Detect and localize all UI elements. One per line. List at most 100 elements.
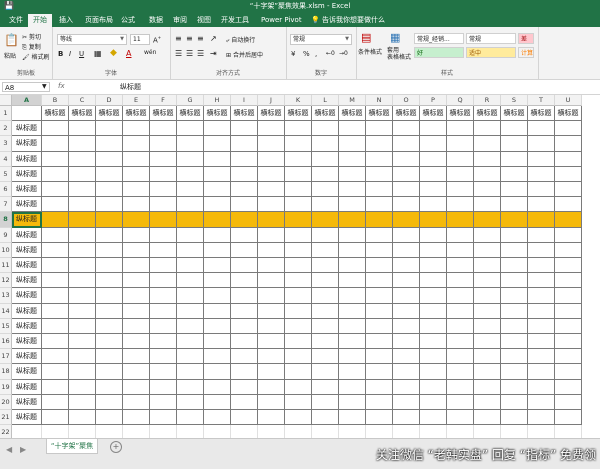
cell-O9[interactable] (393, 227, 420, 243)
align-right-icon[interactable]: ☰ (197, 49, 204, 58)
cell-M11[interactable] (339, 258, 366, 274)
cell-R8[interactable] (474, 212, 501, 228)
cell-J14[interactable] (258, 303, 285, 319)
cell-B20[interactable] (42, 394, 69, 410)
cell-B13[interactable] (42, 288, 69, 304)
paste-icon[interactable]: 📋 (4, 33, 19, 47)
cell-N14[interactable] (366, 303, 393, 319)
name-box-dropdown-icon[interactable]: ▼ (42, 83, 47, 90)
cell-P13[interactable] (420, 288, 447, 304)
cell-T6[interactable] (528, 182, 555, 198)
cell-N13[interactable] (366, 288, 393, 304)
cell-S13[interactable] (501, 288, 528, 304)
cell-T9[interactable] (528, 227, 555, 243)
cell-Q13[interactable] (447, 288, 474, 304)
cell-S3[interactable] (501, 136, 528, 152)
cell-O19[interactable] (393, 379, 420, 395)
cell-J1[interactable]: 横标题 (258, 106, 285, 122)
cell-G3[interactable] (177, 136, 204, 152)
cell-S7[interactable] (501, 197, 528, 213)
cell-A19[interactable]: 纵标题 (12, 379, 42, 395)
cell-J11[interactable] (258, 258, 285, 274)
cell-B22[interactable] (42, 425, 69, 438)
row-header[interactable]: 21 (0, 410, 12, 426)
bold-button[interactable]: B (58, 50, 63, 58)
align-middle-icon[interactable]: ≡ (186, 34, 193, 43)
orientation-icon[interactable]: ↗ (210, 34, 217, 43)
format-painter-button[interactable]: 🖌 格式刷 (22, 52, 50, 61)
cell-E18[interactable] (123, 364, 150, 380)
cell-M21[interactable] (339, 410, 366, 426)
cell-O3[interactable] (393, 136, 420, 152)
cell-T13[interactable] (528, 288, 555, 304)
increase-decimal-icon[interactable]: ←0 (326, 50, 335, 57)
cell-I2[interactable] (231, 121, 258, 137)
select-all-corner[interactable] (0, 95, 12, 106)
cell-G7[interactable] (177, 197, 204, 213)
cell-S15[interactable] (501, 318, 528, 334)
row-header[interactable]: 13 (0, 288, 12, 304)
cell-P4[interactable] (420, 151, 447, 167)
column-header-U[interactable]: U (555, 95, 582, 106)
cell-C6[interactable] (69, 182, 96, 198)
cell-G5[interactable] (177, 166, 204, 182)
cell-D18[interactable] (96, 364, 123, 380)
cell-style-1[interactable]: 常规 (466, 33, 516, 44)
cell-J7[interactable] (258, 197, 285, 213)
cell-O6[interactable] (393, 182, 420, 198)
cell-K19[interactable] (285, 379, 312, 395)
cell-K18[interactable] (285, 364, 312, 380)
cell-R5[interactable] (474, 166, 501, 182)
cell-I17[interactable] (231, 349, 258, 365)
cell-U4[interactable] (555, 151, 582, 167)
cell-G18[interactable] (177, 364, 204, 380)
row-header[interactable]: 2 (0, 121, 12, 137)
cell-Q19[interactable] (447, 379, 474, 395)
cell-O5[interactable] (393, 166, 420, 182)
column-header-L[interactable]: L (312, 95, 339, 106)
cell-J6[interactable] (258, 182, 285, 198)
row-header[interactable]: 19 (0, 379, 12, 395)
cell-G13[interactable] (177, 288, 204, 304)
cell-C1[interactable]: 横标题 (69, 106, 96, 122)
cell-N18[interactable] (366, 364, 393, 380)
italic-button[interactable]: I (69, 50, 71, 58)
column-header-Q[interactable]: Q (447, 95, 474, 106)
cell-F16[interactable] (150, 334, 177, 350)
cell-style-4[interactable]: 适中 (466, 47, 516, 58)
indent-icon[interactable]: ⇥ (210, 49, 217, 58)
cell-E5[interactable] (123, 166, 150, 182)
row-header[interactable]: 18 (0, 364, 12, 380)
column-header-J[interactable]: J (258, 95, 285, 106)
phonetic-button[interactable]: wén (144, 49, 156, 56)
column-header-O[interactable]: O (393, 95, 420, 106)
cell-M12[interactable] (339, 273, 366, 289)
cell-H20[interactable] (204, 394, 231, 410)
cell-K17[interactable] (285, 349, 312, 365)
cell-style-5[interactable]: 计算 (518, 47, 534, 58)
cell-H17[interactable] (204, 349, 231, 365)
cell-C19[interactable] (69, 379, 96, 395)
cell-D15[interactable] (96, 318, 123, 334)
cell-D9[interactable] (96, 227, 123, 243)
cell-O1[interactable]: 横标题 (393, 106, 420, 122)
cell-U17[interactable] (555, 349, 582, 365)
cell-P6[interactable] (420, 182, 447, 198)
cell-Q18[interactable] (447, 364, 474, 380)
cell-O21[interactable] (393, 410, 420, 426)
cell-C18[interactable] (69, 364, 96, 380)
cell-T17[interactable] (528, 349, 555, 365)
cell-M22[interactable] (339, 425, 366, 438)
cell-A22[interactable] (12, 425, 42, 438)
row-header[interactable]: 11 (0, 258, 12, 274)
cell-L1[interactable]: 横标题 (312, 106, 339, 122)
format-as-table-icon[interactable]: ▦ (390, 31, 400, 44)
cell-H21[interactable] (204, 410, 231, 426)
cell-U16[interactable] (555, 334, 582, 350)
cell-E15[interactable] (123, 318, 150, 334)
cell-O20[interactable] (393, 394, 420, 410)
cell-style-3[interactable]: 好 (414, 47, 464, 58)
cell-A18[interactable]: 纵标题 (12, 364, 42, 380)
column-header-E[interactable]: E (123, 95, 150, 106)
cell-N10[interactable] (366, 242, 393, 258)
